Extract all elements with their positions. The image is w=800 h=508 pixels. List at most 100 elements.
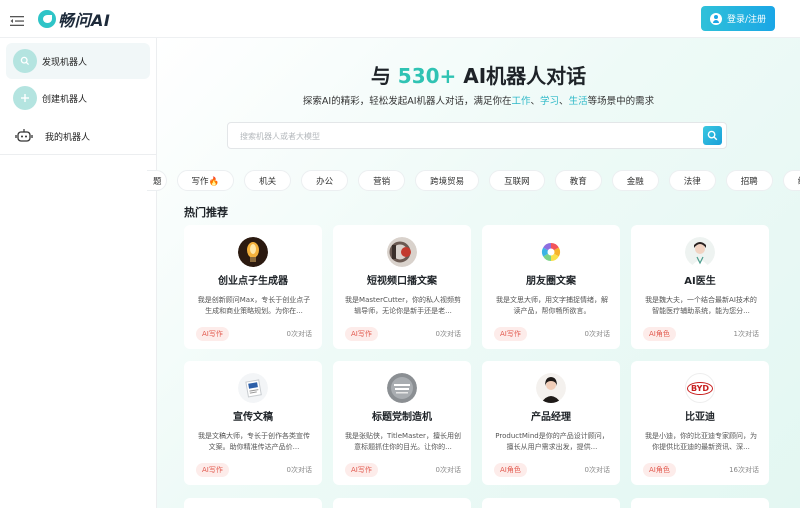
logo[interactable]: 畅问AI bbox=[38, 7, 110, 31]
section-title: 热门推荐 bbox=[184, 206, 228, 219]
robot-description: 我是创新顾问Max，专长于创业点子生成和商业策略规划。为你在... bbox=[197, 296, 311, 315]
robot-card[interactable]: 朋友圈文案我是文思大师，用文字捕捉情绪，解读产品，帮你畅所欲言。 AI写作 0次对话 bbox=[482, 225, 620, 349]
robot-tag: AI写作 bbox=[196, 463, 229, 477]
category-chip[interactable]: 机关 bbox=[244, 170, 292, 191]
sidebar: 发现机器人 创建机器人 我的机器人 bbox=[0, 38, 157, 508]
category-chip-label: 金融 bbox=[626, 176, 644, 187]
category-chip[interactable]: 营销 bbox=[358, 170, 406, 191]
conversation-count: 0次对话 bbox=[286, 466, 312, 474]
conversation-count: 0次对话 bbox=[584, 330, 610, 338]
category-chip[interactable]: 法律 bbox=[668, 170, 716, 191]
user-icon bbox=[709, 12, 722, 25]
category-chip-label: 跨境贸易 bbox=[430, 176, 465, 187]
category-chip-label: 营销 bbox=[373, 176, 391, 187]
search-icon bbox=[707, 130, 718, 141]
robot-avatar bbox=[387, 373, 417, 403]
title-prefix: 与 bbox=[370, 64, 391, 88]
conversation-count: 0次对话 bbox=[584, 466, 610, 474]
plus-icon bbox=[13, 86, 37, 110]
sidebar-item-create[interactable]: 创建机器人 bbox=[6, 80, 150, 116]
robot-card[interactable] bbox=[631, 498, 769, 508]
robot-name: 创业点子生成器 bbox=[218, 276, 288, 287]
sidebar-item-my-robots[interactable]: 我的机器人 bbox=[6, 118, 150, 154]
robot-name: AI医生 bbox=[684, 276, 716, 287]
category-chip[interactable]: 写作🔥 bbox=[176, 170, 235, 191]
robot-tag: AI写作 bbox=[196, 327, 229, 341]
main-content: 与 530+ AI机器人对话 探索AI的精彩，轻松发起AI机器人对话，满足你在工… bbox=[147, 38, 800, 508]
category-chip-label: 互联网 bbox=[504, 176, 530, 187]
robot-card[interactable]: 标题党制造机我是张贴侠，TitleMaster，擅长用创意标题抓住你的目光。让你… bbox=[333, 361, 471, 485]
category-chip[interactable]: 互联网 bbox=[489, 170, 545, 191]
category-chip[interactable]: 招聘 bbox=[725, 170, 773, 191]
robot-tag: AI写作 bbox=[494, 327, 527, 341]
robot-card[interactable]: 产品经理 ProductMind是你的产品设计顾问，擅长从用户需求出发，提供...… bbox=[482, 361, 620, 485]
robot-card[interactable]: BYD 比亚迪我是小迪，你的比亚迪专家顾问，为你提供比亚迪的最新资讯、深... AI… bbox=[631, 361, 769, 485]
sidebar-item-discover[interactable]: 发现机器人 bbox=[6, 43, 150, 79]
robot-avatar bbox=[238, 237, 268, 267]
subtitle-highlight-study: 学习 bbox=[540, 96, 560, 107]
robot-name: 宣传文稿 bbox=[233, 412, 273, 423]
category-chip[interactable]: 金融 bbox=[611, 170, 659, 191]
category-chip-partial[interactable]: 题 bbox=[147, 170, 167, 191]
robot-description: ProductMind是你的产品设计顾问，擅长从用户需求出发，提供... bbox=[495, 432, 609, 451]
sidebar-item-label: 我的机器人 bbox=[45, 132, 91, 143]
subtitle-highlight-work: 工作 bbox=[511, 96, 531, 107]
search-bar bbox=[227, 122, 727, 149]
robot-avatar bbox=[536, 373, 566, 403]
conversation-count: 0次对话 bbox=[286, 330, 312, 338]
login-register-button[interactable]: 登录/注册 bbox=[701, 6, 775, 31]
robot-card[interactable] bbox=[482, 498, 620, 508]
category-chip[interactable]: 跨境贸易 bbox=[415, 170, 480, 191]
robot-avatar: BYD bbox=[685, 373, 715, 403]
sidebar-item-label: 创建机器人 bbox=[42, 94, 88, 105]
byd-logo: BYD bbox=[686, 381, 714, 395]
subtitle-text: 探索AI的精彩，轻松发起AI机器人对话，满足你在 bbox=[302, 96, 512, 107]
chip-fragment: 题 bbox=[153, 176, 162, 187]
robot-name: 比亚迪 bbox=[685, 412, 715, 423]
robot-name: 标题党制造机 bbox=[372, 412, 432, 423]
sidebar-divider bbox=[0, 154, 156, 155]
conversation-count: 0次对话 bbox=[435, 466, 461, 474]
robot-description: 我是文思大师，用文字捕捉情绪，解读产品，帮你畅所欲言。 bbox=[496, 296, 608, 315]
category-chip[interactable]: 办公 bbox=[301, 170, 349, 191]
category-chip-label: 招聘 bbox=[740, 176, 758, 187]
subtitle-separator: 、 bbox=[530, 96, 541, 107]
logo-text: 畅问AI bbox=[58, 11, 111, 30]
robot-description: 我是MasterCutter，你的私人视频剪辑导师，无论你是新手还是老... bbox=[345, 296, 461, 315]
robot-name: 短视频口播文案 bbox=[367, 276, 437, 287]
subtitle-highlight-life: 生活 bbox=[568, 96, 588, 107]
category-chip[interactable]: 教育 bbox=[554, 170, 602, 191]
menu-toggle-icon[interactable] bbox=[10, 12, 24, 26]
robot-description: 我是魏大夫，一个结合最新AI技术的智能医疗辅助系统，能为您分... bbox=[645, 296, 757, 315]
robot-avatar bbox=[238, 373, 268, 403]
robot-tag: AI角色 bbox=[494, 463, 527, 477]
robot-card[interactable] bbox=[333, 498, 471, 508]
category-chips: 题 写作🔥机关办公营销跨境贸易互联网教育金融法律招聘编程趣味 bbox=[147, 170, 800, 192]
robot-card[interactable]: 短视频口播文案我是MasterCutter，你的私人视频剪辑导师，无论你是新手还… bbox=[333, 225, 471, 349]
category-chip-label: 教育 bbox=[569, 176, 587, 187]
robot-tag: AI写作 bbox=[345, 463, 378, 477]
robot-tag: AI写作 bbox=[345, 327, 378, 341]
subtitle-suffix: 等场景中的需求 bbox=[587, 96, 655, 107]
category-chip[interactable]: 编程 bbox=[782, 170, 800, 191]
robot-description: 我是张贴侠，TitleMaster，擅长用创意标题抓住你的目光。让你的... bbox=[345, 432, 461, 451]
robot-description: 我是文稿大师，专长于创作各类宣传文案。助你精准传达产品价... bbox=[198, 432, 310, 451]
robot-avatar bbox=[536, 237, 566, 267]
login-label: 登录/注册 bbox=[726, 15, 767, 25]
robot-card[interactable]: 创业点子生成器我是创新顾问Max，专长于创业点子生成和商业策略规划。为你在...… bbox=[184, 225, 322, 349]
robot-card[interactable] bbox=[184, 498, 322, 508]
robot-name: 朋友圈文案 bbox=[526, 276, 576, 287]
robot-card[interactable]: 宣传文稿我是文稿大师，专长于创作各类宣传文案。助你精准传达产品价... AI写作 0… bbox=[184, 361, 322, 485]
robot-card[interactable]: AI医生我是魏大夫，一个结合最新AI技术的智能医疗辅助系统，能为您分... AI角… bbox=[631, 225, 769, 349]
conversation-count: 0次对话 bbox=[435, 330, 461, 338]
page-subtitle: 探索AI的精彩，轻松发起AI机器人对话，满足你在工作、学习、生活等场景中的需求 bbox=[157, 93, 800, 107]
robot-description: 我是小迪，你的比亚迪专家顾问，为你提供比亚迪的最新资讯、深... bbox=[645, 432, 757, 451]
search-input[interactable] bbox=[240, 128, 680, 144]
category-chip-label: 写作🔥 bbox=[191, 176, 220, 187]
title-count: 530+ bbox=[397, 64, 457, 88]
search-button[interactable] bbox=[703, 126, 722, 145]
logo-mark-icon bbox=[38, 10, 56, 28]
robot-tag: AI角色 bbox=[643, 327, 676, 341]
robot-tag: AI角色 bbox=[643, 463, 676, 477]
subtitle-separator: 、 bbox=[559, 96, 569, 107]
